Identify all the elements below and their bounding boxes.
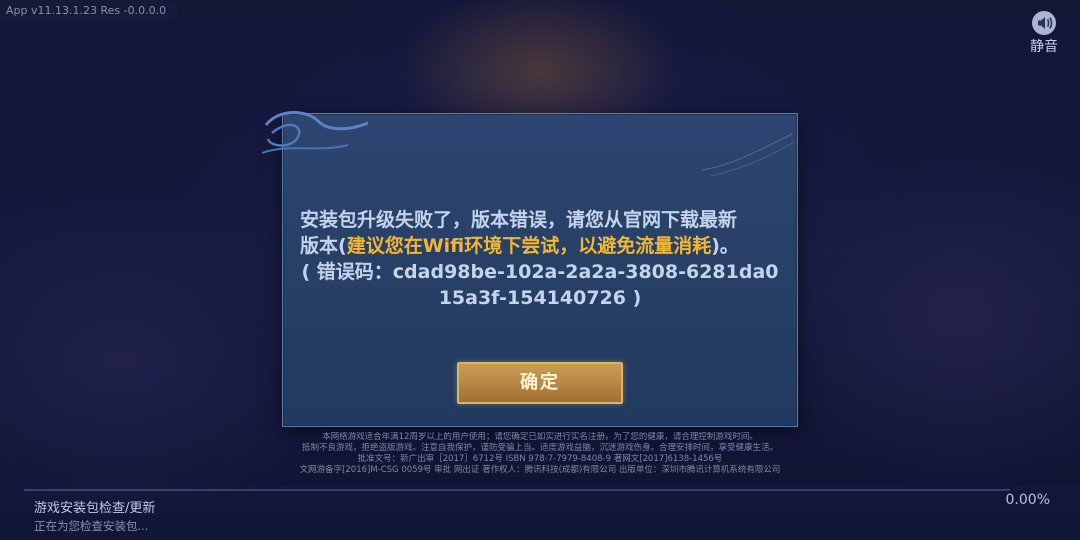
legal-line-3: 批准文号：新广出审［2017］6712号 ISBN 978-7-7979-840…: [357, 454, 723, 464]
speaker-icon: [1032, 11, 1056, 35]
confirm-button[interactable]: 确定: [457, 362, 623, 404]
mute-label: 静音: [1030, 39, 1058, 55]
message-line-1: 安装包升级失败了，版本错误，请您从官网下载最新: [300, 209, 738, 231]
progress-percent: 0.00%: [1005, 492, 1050, 508]
legal-notice: 本网络游戏适合年满12周岁以上的用户使用；请您确定已如实进行实名注册，为了您的健…: [200, 432, 880, 476]
dialog-decoration-corner: [701, 133, 795, 177]
message-line-2-suffix: )。: [711, 235, 739, 257]
status-subtitle: 正在为您检查安装包...: [34, 519, 149, 533]
status-bar: [0, 486, 1080, 540]
status-title: 游戏安装包检查/更新: [34, 501, 156, 516]
legal-line-4: 文网游备字[2016]M-CSG 0059号 审批 网出证 著作权人：腾讯科技(…: [299, 465, 781, 475]
legal-line-1: 本网络游戏适合年满12周岁以上的用户使用；请您确定已如实进行实名注册，为了您的健…: [322, 432, 758, 442]
dialog-decoration-swirl: [261, 110, 369, 154]
wifi-advice-highlight: 建议您在Wifi环境下尝试，以避免流量消耗: [346, 235, 712, 257]
version-label: App v11.13.1.23 Res -0.0.0.0: [0, 0, 178, 22]
error-code-line-1: ( 错误码：cdad98be-102a-2a2a-3808-6281da0: [301, 261, 779, 283]
error-message: 安装包升级失败了，版本错误，请您从官网下载最新 版本(建议您在Wifi环境下尝试…: [300, 207, 780, 311]
message-line-2-prefix: 版本(: [300, 235, 347, 257]
error-code-line-2: 15a3f-154140726 ): [438, 287, 642, 309]
legal-line-2: 抵制不良游戏，拒绝盗版游戏。注意自我保护，谨防受骗上当。适度游戏益脑，沉迷游戏伤…: [301, 443, 778, 453]
progress-track: [24, 489, 1010, 491]
mute-button[interactable]: 静音: [1026, 10, 1062, 56]
message-line-2: 版本(建议您在Wifi环境下尝试，以避免流量消耗)。: [300, 233, 780, 259]
